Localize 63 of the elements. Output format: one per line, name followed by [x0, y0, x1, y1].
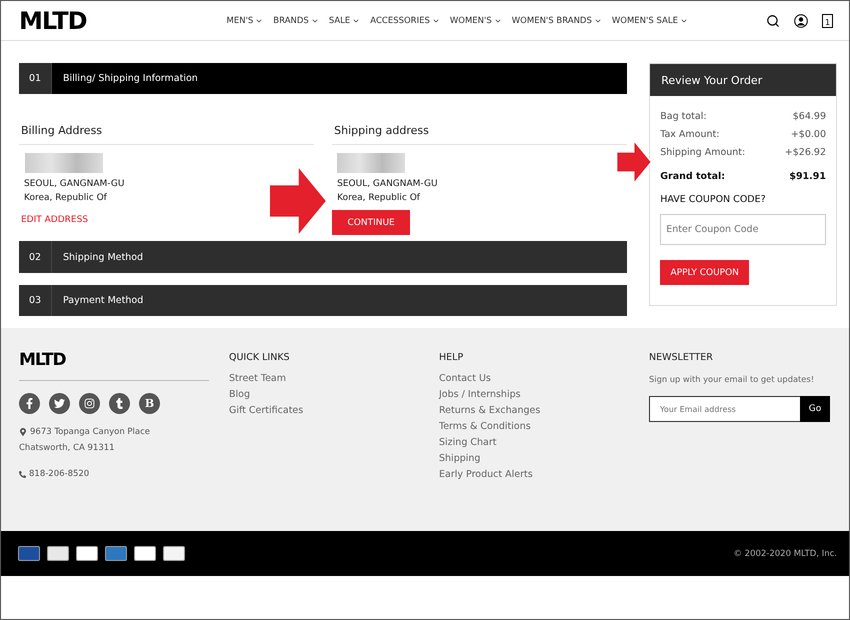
grand-total-value: $91.91 [789, 170, 826, 184]
user-icon[interactable] [794, 14, 808, 28]
summary-label: Tax Amount: [660, 128, 720, 142]
footer-logo[interactable]: MLTD [19, 350, 66, 370]
phone-icon [19, 470, 26, 478]
coupon-field[interactable]: Enter Coupon Code [660, 214, 826, 245]
edit-address-link[interactable]: EDIT ADDRESS [19, 215, 314, 226]
phone-number: 818-206-8520 [19, 466, 209, 482]
nav-link[interactable]: WOMEN'S SALE [612, 16, 688, 26]
summary-value: $64.99 [792, 110, 826, 124]
step-header[interactable]: 03 Payment Method [19, 284, 628, 316]
footer-link[interactable]: Jobs / Internships [439, 387, 629, 403]
summary-value: +$26.92 [784, 146, 826, 160]
footer-heading: QUICK LINKS [229, 352, 291, 363]
blurred-text [337, 153, 406, 174]
footer-heading: NEWSLETTER [649, 352, 714, 363]
step-header[interactable]: 02 Shipping Method [19, 241, 628, 273]
summary-label: Bag total: [660, 110, 707, 124]
bird-icon[interactable] [49, 393, 70, 414]
address-line: Chatsworth, CA 91311 [19, 442, 116, 455]
go-button[interactable]: Go [800, 396, 830, 422]
footer-link[interactable]: Blog [229, 387, 419, 403]
footer-link[interactable]: Street Team [229, 371, 419, 387]
logo[interactable]: MLTD [19, 6, 86, 34]
tumblr-icon[interactable] [109, 393, 130, 414]
cart-count[interactable]: 1 [822, 14, 833, 28]
facebook-icon[interactable] [19, 393, 40, 414]
coupon-title: HAVE COUPON CODE? [659, 193, 767, 207]
nav-link[interactable]: WOMEN'S BRANDS [512, 16, 602, 26]
search-icon[interactable] [766, 14, 780, 28]
address-line: Korea, Republic Of [23, 192, 108, 206]
footer-link[interactable]: Returns & Exchanges [439, 403, 629, 419]
summary-label: Shipping Amount: [660, 146, 746, 160]
footer-heading: HELP [439, 352, 464, 363]
pin-icon [19, 428, 27, 436]
nav-link[interactable]: WOMEN'S [450, 16, 502, 26]
address-line: Korea, Republic Of [336, 192, 421, 206]
address-line: 9673 Topanga Canyon Place [19, 424, 209, 440]
camera-icon[interactable] [79, 393, 100, 414]
apply-coupon-button[interactable]: APPLY COUPON [660, 260, 750, 285]
footer-link[interactable]: Terms & Conditions [439, 419, 629, 435]
nav-link[interactable]: ACCESSORIES [370, 16, 440, 26]
newsletter-text: Sign up with your email to get updates! [649, 373, 814, 386]
footer-link[interactable]: Gift Certificates [229, 403, 419, 419]
shipping-title: Shipping address [332, 124, 628, 146]
nav-link[interactable]: BRANDS [273, 16, 319, 26]
letter-icon[interactable]: B [139, 393, 160, 414]
footer-link[interactable]: Sizing Chart [439, 435, 629, 451]
grand-total-label: Grand total: [660, 170, 726, 184]
summary-value: +$0.00 [790, 128, 826, 142]
step-header[interactable]: 01 Billing/ Shipping Information [19, 63, 628, 94]
billing-title: Billing Address [19, 124, 314, 146]
footer-link[interactable]: Contact Us [439, 371, 629, 387]
footer-link[interactable]: Early Product Alerts [439, 467, 629, 483]
nav-link[interactable]: SALE [328, 16, 360, 26]
nav-link[interactable]: MEN'S [226, 16, 264, 26]
panel-title: Review Your Order [650, 64, 836, 96]
address-line: SEOUL, GANGNAM-GU [336, 178, 439, 192]
continue-button[interactable]: CONTINUE [332, 210, 410, 236]
footer-link[interactable]: Shipping [439, 451, 629, 467]
address-line: SEOUL, GANGNAM-GU [23, 178, 126, 192]
email-field[interactable]: Your Email address [649, 396, 800, 422]
copyright: © 2002-2020 MLTD, Inc. [733, 548, 837, 558]
